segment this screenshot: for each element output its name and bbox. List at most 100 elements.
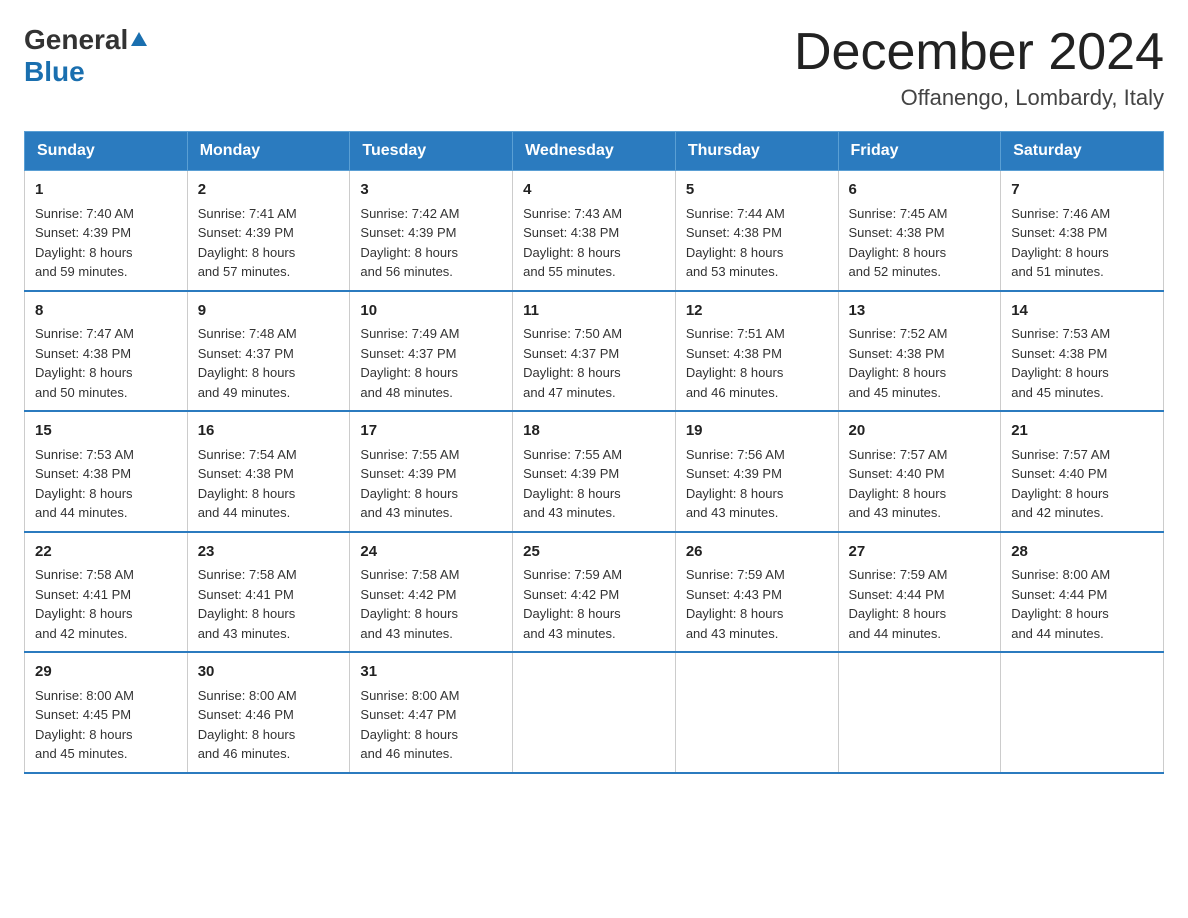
day-number: 13 bbox=[849, 300, 991, 323]
day-info: Sunrise: 7:55 AMSunset: 4:39 PMDaylight:… bbox=[360, 447, 459, 521]
day-info: Sunrise: 7:59 AMSunset: 4:43 PMDaylight:… bbox=[686, 567, 785, 641]
day-number: 4 bbox=[523, 179, 665, 202]
day-cell: 3Sunrise: 7:42 AMSunset: 4:39 PMDaylight… bbox=[350, 171, 513, 291]
day-cell: 9 Sunrise: 7:48 AMSunset: 4:37 PMDaylight… bbox=[187, 291, 350, 412]
day-info: Sunrise: 7:49 AMSunset: 4:37 PMDaylight:… bbox=[360, 326, 459, 400]
week-row-3: 15 Sunrise: 7:53 AMSunset: 4:38 PMDayligh… bbox=[25, 411, 1164, 532]
day-info: Sunrise: 7:54 AMSunset: 4:38 PMDaylight:… bbox=[198, 447, 297, 521]
day-cell: 11 Sunrise: 7:50 AMSunset: 4:37 PMDayligh… bbox=[513, 291, 676, 412]
day-number: 17 bbox=[360, 420, 502, 443]
header-friday: Friday bbox=[838, 132, 1001, 171]
header-wednesday: Wednesday bbox=[513, 132, 676, 171]
day-cell: 4 Sunrise: 7:43 AMSunset: 4:38 PMDaylight… bbox=[513, 171, 676, 291]
logo-triangle-icon bbox=[131, 32, 147, 51]
week-row-1: 1 Sunrise: 7:40 AMSunset: 4:39 PMDaylight… bbox=[25, 171, 1164, 291]
day-cell bbox=[513, 652, 676, 773]
day-info: Sunrise: 7:53 AMSunset: 4:38 PMDaylight:… bbox=[1011, 326, 1110, 400]
day-number: 31 bbox=[360, 661, 502, 684]
day-cell: 20 Sunrise: 7:57 AMSunset: 4:40 PMDayligh… bbox=[838, 411, 1001, 532]
day-cell: 26 Sunrise: 7:59 AMSunset: 4:43 PMDayligh… bbox=[675, 532, 838, 653]
day-number: 15 bbox=[35, 420, 177, 443]
day-number: 26 bbox=[686, 541, 828, 564]
day-info: Sunrise: 7:59 AMSunset: 4:44 PMDaylight:… bbox=[849, 567, 948, 641]
day-number: 21 bbox=[1011, 420, 1153, 443]
day-info: Sunrise: 7:58 AMSunset: 4:41 PMDaylight:… bbox=[35, 567, 134, 641]
day-cell: 18 Sunrise: 7:55 AMSunset: 4:39 PMDayligh… bbox=[513, 411, 676, 532]
day-number: 22 bbox=[35, 541, 177, 564]
day-number: 12 bbox=[686, 300, 828, 323]
day-number: 10 bbox=[360, 300, 502, 323]
week-row-2: 8Sunrise: 7:47 AMSunset: 4:38 PMDaylight… bbox=[25, 291, 1164, 412]
day-info: Sunrise: 8:00 AMSunset: 4:46 PMDaylight:… bbox=[198, 688, 297, 762]
day-info: Sunrise: 7:51 AMSunset: 4:38 PMDaylight:… bbox=[686, 326, 785, 400]
header-saturday: Saturday bbox=[1001, 132, 1164, 171]
day-number: 14 bbox=[1011, 300, 1153, 323]
day-info: Sunrise: 7:53 AMSunset: 4:38 PMDaylight:… bbox=[35, 447, 134, 521]
day-info: Sunrise: 7:45 AMSunset: 4:38 PMDaylight:… bbox=[849, 206, 948, 280]
day-info: Sunrise: 7:57 AMSunset: 4:40 PMDaylight:… bbox=[1011, 447, 1110, 521]
day-number: 5 bbox=[686, 179, 828, 202]
day-info: Sunrise: 7:43 AMSunset: 4:38 PMDaylight:… bbox=[523, 206, 622, 280]
calendar-subtitle: Offanengo, Lombardy, Italy bbox=[794, 85, 1164, 111]
title-block: December 2024 Offanengo, Lombardy, Italy bbox=[794, 24, 1164, 111]
header-tuesday: Tuesday bbox=[350, 132, 513, 171]
day-number: 19 bbox=[686, 420, 828, 443]
day-info: Sunrise: 7:46 AMSunset: 4:38 PMDaylight:… bbox=[1011, 206, 1110, 280]
day-info: Sunrise: 7:59 AMSunset: 4:42 PMDaylight:… bbox=[523, 567, 622, 641]
header-sunday: Sunday bbox=[25, 132, 188, 171]
day-info: Sunrise: 8:00 AMSunset: 4:44 PMDaylight:… bbox=[1011, 567, 1110, 641]
day-cell: 5 Sunrise: 7:44 AMSunset: 4:38 PMDaylight… bbox=[675, 171, 838, 291]
day-number: 7 bbox=[1011, 179, 1153, 202]
page-header: General Blue December 2024 Offanengo, Lo… bbox=[24, 24, 1164, 111]
day-info: Sunrise: 7:48 AMSunset: 4:37 PMDaylight:… bbox=[198, 326, 297, 400]
calendar-title: December 2024 bbox=[794, 24, 1164, 81]
day-number: 30 bbox=[198, 661, 340, 684]
day-number: 16 bbox=[198, 420, 340, 443]
day-number: 28 bbox=[1011, 541, 1153, 564]
day-cell: 16 Sunrise: 7:54 AMSunset: 4:38 PMDayligh… bbox=[187, 411, 350, 532]
day-info: Sunrise: 7:56 AMSunset: 4:39 PMDaylight:… bbox=[686, 447, 785, 521]
day-number: 2 bbox=[198, 179, 340, 202]
day-number: 8 bbox=[35, 300, 177, 323]
day-number: 11 bbox=[523, 300, 665, 323]
day-cell: 13 Sunrise: 7:52 AMSunset: 4:38 PMDayligh… bbox=[838, 291, 1001, 412]
day-number: 27 bbox=[849, 541, 991, 564]
day-cell: 1 Sunrise: 7:40 AMSunset: 4:39 PMDaylight… bbox=[25, 171, 188, 291]
calendar-header-row: SundayMondayTuesdayWednesdayThursdayFrid… bbox=[25, 132, 1164, 171]
day-number: 29 bbox=[35, 661, 177, 684]
day-info: Sunrise: 7:40 AMSunset: 4:39 PMDaylight:… bbox=[35, 206, 134, 280]
day-number: 6 bbox=[849, 179, 991, 202]
logo-blue-text: Blue bbox=[24, 56, 85, 87]
day-cell: 24Sunrise: 7:58 AMSunset: 4:42 PMDayligh… bbox=[350, 532, 513, 653]
day-number: 24 bbox=[360, 541, 502, 564]
day-info: Sunrise: 7:44 AMSunset: 4:38 PMDaylight:… bbox=[686, 206, 785, 280]
day-number: 1 bbox=[35, 179, 177, 202]
day-cell: 2Sunrise: 7:41 AMSunset: 4:39 PMDaylight… bbox=[187, 171, 350, 291]
day-cell: 27 Sunrise: 7:59 AMSunset: 4:44 PMDayligh… bbox=[838, 532, 1001, 653]
day-number: 20 bbox=[849, 420, 991, 443]
day-cell: 14 Sunrise: 7:53 AMSunset: 4:38 PMDayligh… bbox=[1001, 291, 1164, 412]
day-number: 23 bbox=[198, 541, 340, 564]
day-number: 18 bbox=[523, 420, 665, 443]
logo: General Blue bbox=[24, 24, 147, 88]
day-info: Sunrise: 7:57 AMSunset: 4:40 PMDaylight:… bbox=[849, 447, 948, 521]
day-cell: 7 Sunrise: 7:46 AMSunset: 4:38 PMDaylight… bbox=[1001, 171, 1164, 291]
header-monday: Monday bbox=[187, 132, 350, 171]
day-cell: 15 Sunrise: 7:53 AMSunset: 4:38 PMDayligh… bbox=[25, 411, 188, 532]
day-info: Sunrise: 7:52 AMSunset: 4:38 PMDaylight:… bbox=[849, 326, 948, 400]
day-cell: 12 Sunrise: 7:51 AMSunset: 4:38 PMDayligh… bbox=[675, 291, 838, 412]
day-cell: 28 Sunrise: 8:00 AMSunset: 4:44 PMDayligh… bbox=[1001, 532, 1164, 653]
day-number: 3 bbox=[360, 179, 502, 202]
day-cell: 19 Sunrise: 7:56 AMSunset: 4:39 PMDayligh… bbox=[675, 411, 838, 532]
day-cell: 22 Sunrise: 7:58 AMSunset: 4:41 PMDayligh… bbox=[25, 532, 188, 653]
day-cell: 17 Sunrise: 7:55 AMSunset: 4:39 PMDayligh… bbox=[350, 411, 513, 532]
day-info: Sunrise: 7:55 AMSunset: 4:39 PMDaylight:… bbox=[523, 447, 622, 521]
week-row-5: 29Sunrise: 8:00 AMSunset: 4:45 PMDayligh… bbox=[25, 652, 1164, 773]
day-cell: 6 Sunrise: 7:45 AMSunset: 4:38 PMDaylight… bbox=[838, 171, 1001, 291]
day-cell: 31Sunrise: 8:00 AMSunset: 4:47 PMDayligh… bbox=[350, 652, 513, 773]
day-cell: 10 Sunrise: 7:49 AMSunset: 4:37 PMDayligh… bbox=[350, 291, 513, 412]
day-number: 9 bbox=[198, 300, 340, 323]
logo-general-text: General bbox=[24, 24, 128, 56]
week-row-4: 22 Sunrise: 7:58 AMSunset: 4:41 PMDayligh… bbox=[25, 532, 1164, 653]
day-info: Sunrise: 7:50 AMSunset: 4:37 PMDaylight:… bbox=[523, 326, 622, 400]
